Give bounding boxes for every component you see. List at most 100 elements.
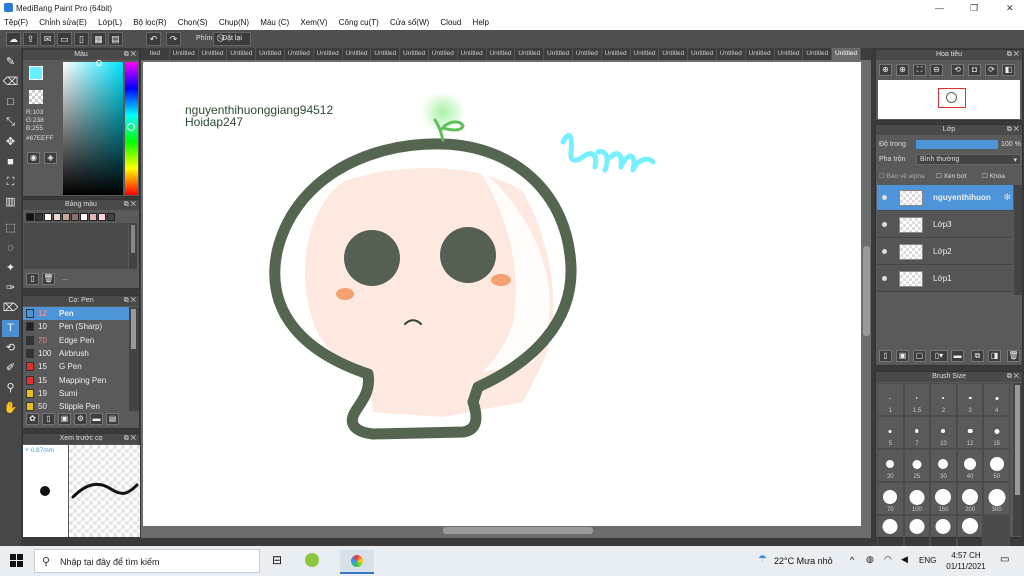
layout-icon[interactable]: ▤ <box>108 32 123 46</box>
document-tab[interactable]: tled <box>141 48 170 60</box>
panel-close-icon[interactable]: ⧉ ✕ <box>1007 125 1019 135</box>
menu-layer[interactable]: Lớp(L) <box>94 16 127 27</box>
hand-tool-icon[interactable]: ✋ <box>2 400 19 417</box>
brush-size-cell[interactable] <box>877 515 904 548</box>
zoom-in-2-icon[interactable]: ⊕ <box>896 64 909 76</box>
eye-icon[interactable] <box>882 249 887 254</box>
dot-tool-icon[interactable]: ⤡ <box>2 114 19 131</box>
brush-delete-icon[interactable]: ▤ <box>106 413 119 425</box>
eye-icon[interactable] <box>882 222 887 227</box>
clock[interactable]: 4:57 CH 01/11/2021 <box>942 550 990 572</box>
undo-icon[interactable]: ↶ <box>146 32 161 46</box>
operation-tool-icon[interactable]: ⟲ <box>2 340 19 357</box>
weather-text[interactable]: 22°C Mưa nhỏ <box>774 556 833 566</box>
language-indicator[interactable]: ENG <box>919 556 936 565</box>
canvas-h-scrollbar[interactable] <box>443 527 593 534</box>
new-layer-2-icon[interactable]: ▣ <box>896 350 909 362</box>
brush-size-cell[interactable]: 4 <box>983 383 1010 416</box>
color-mix-icon[interactable]: ◈ <box>44 152 57 164</box>
brush-size-cell[interactable] <box>983 515 1010 548</box>
sv-picker-handle[interactable] <box>96 60 102 66</box>
document-tab[interactable]: Untitled <box>631 48 660 60</box>
menu-file[interactable]: Tệp(F) <box>0 16 33 27</box>
center-icon[interactable]: ◘ <box>968 64 981 76</box>
divide-tool-icon[interactable]: ✐ <box>2 360 19 377</box>
lasso-tool-icon[interactable]: ◌ <box>2 240 19 257</box>
layer-add-menu-icon[interactable]: ▯▾ <box>930 350 948 362</box>
select-rect-icon[interactable]: ⬚ <box>2 220 19 237</box>
brush-size-cell[interactable]: 15 <box>983 416 1010 449</box>
brush-item[interactable]: 70 Edge Pen <box>23 334 129 347</box>
current-color-swatch[interactable] <box>29 66 43 80</box>
brush-size-cell[interactable] <box>903 515 931 548</box>
document-tab[interactable]: Untitled <box>688 48 717 60</box>
network-icon[interactable]: ◍ <box>866 554 874 565</box>
hue-handle[interactable] <box>127 123 135 131</box>
document-tab[interactable]: Untitled <box>746 48 775 60</box>
layer-row-selected[interactable]: nguyenthihuon ✻ <box>877 185 1013 211</box>
panel-close-icon[interactable]: ⧉ ✕ <box>1007 50 1019 60</box>
eraser-tool-icon[interactable]: ⌫ <box>2 74 19 91</box>
protect-alpha-option[interactable]: ☐ Bảo vệ alpha <box>879 172 925 180</box>
minimize-icon[interactable]: — <box>935 3 944 13</box>
palette-swatch[interactable] <box>89 213 97 221</box>
palette-scrollbar[interactable] <box>129 223 137 269</box>
document-tab[interactable]: Untitled <box>602 48 631 60</box>
panel-close-icon[interactable]: ⧉ ✕ <box>1007 372 1019 382</box>
menu-view[interactable]: Xem(V) <box>296 16 332 27</box>
menu-filter[interactable]: Bộ lọc(R) <box>129 16 171 27</box>
brush-new-icon[interactable]: ▯ <box>42 413 55 425</box>
menu-color[interactable]: Màu (C) <box>256 16 294 27</box>
rotate-left-icon[interactable]: ⟲ <box>951 64 964 76</box>
layer-row[interactable]: Lớp2 <box>877 239 1013 265</box>
layer-folder-icon[interactable]: ▬ <box>951 350 964 362</box>
document-tab[interactable]: Untitled <box>227 48 257 60</box>
brush-size-cell[interactable]: 10 <box>930 416 957 449</box>
document-tab[interactable]: Untitled <box>371 48 401 60</box>
brush-size-cell[interactable]: 200 <box>956 482 984 515</box>
document-tab[interactable]: Untitled <box>515 48 545 60</box>
brush-size-cell[interactable]: 2 <box>930 383 957 416</box>
palette-more[interactable]: ... <box>62 275 68 282</box>
brush-size-cell[interactable]: 1 <box>877 383 904 416</box>
lock-option[interactable]: ☐ Khóa <box>982 172 1005 180</box>
canvas-v-scrollbar[interactable] <box>863 246 870 336</box>
palette-swatch[interactable] <box>107 213 115 221</box>
brush-size-cell[interactable]: 7 <box>903 416 931 449</box>
palette-add-icon[interactable]: ▯ <box>26 273 39 285</box>
new-layer-icon[interactable]: ▯ <box>879 350 892 362</box>
brush-size-cell[interactable]: 300 <box>983 482 1010 515</box>
blend-select[interactable]: Bình thường ▾ <box>916 154 1021 165</box>
brush-item[interactable]: 100 Airbrush <box>23 347 129 360</box>
brush-add-icon[interactable]: ✿ <box>26 413 39 425</box>
layer-copy-icon[interactable]: ▢ <box>913 350 926 362</box>
brush-item[interactable]: 15 G Pen <box>23 360 129 373</box>
document-tab[interactable]: Untitled <box>544 48 573 60</box>
brush-size-cell[interactable]: 50 <box>983 449 1010 482</box>
menu-snap[interactable]: Chụp(N) <box>215 16 254 27</box>
navigator-preview[interactable] <box>878 80 1020 119</box>
menu-edit[interactable]: Chỉnh sửa(E) <box>35 16 92 27</box>
redo-icon[interactable]: ↷ <box>166 32 181 46</box>
brush-folder-icon[interactable]: ▬ <box>90 413 103 425</box>
share-icon[interactable]: ⇪ <box>23 32 38 46</box>
palette-swatch[interactable] <box>71 213 79 221</box>
color-wheel-icon[interactable]: ◉ <box>27 152 40 164</box>
layer-scrollbar[interactable] <box>1014 185 1022 295</box>
wifi-icon[interactable]: ◠ <box>884 554 892 565</box>
document-tab[interactable]: Untitled <box>199 48 228 60</box>
select-pen-icon[interactable]: ✑ <box>2 280 19 297</box>
saturation-value-field[interactable] <box>63 62 123 195</box>
document-tab[interactable]: Untitled <box>573 48 602 60</box>
palette-swatch[interactable] <box>98 213 106 221</box>
text-tool-icon[interactable]: T <box>2 320 19 337</box>
brush-tool-icon[interactable]: ✎ <box>2 54 19 71</box>
brush-size-scrollbar[interactable] <box>1013 383 1022 536</box>
palette-swatch[interactable] <box>80 213 88 221</box>
document-tab[interactable]: Untitled <box>256 48 285 60</box>
document-tab[interactable]: Untitled <box>832 48 861 60</box>
opacity-slider[interactable] <box>916 140 998 149</box>
flip-icon[interactable]: ◧ <box>1002 64 1015 76</box>
document-tab[interactable]: Untitled <box>659 48 689 60</box>
menu-tools[interactable]: Công cụ(T) <box>335 16 384 27</box>
